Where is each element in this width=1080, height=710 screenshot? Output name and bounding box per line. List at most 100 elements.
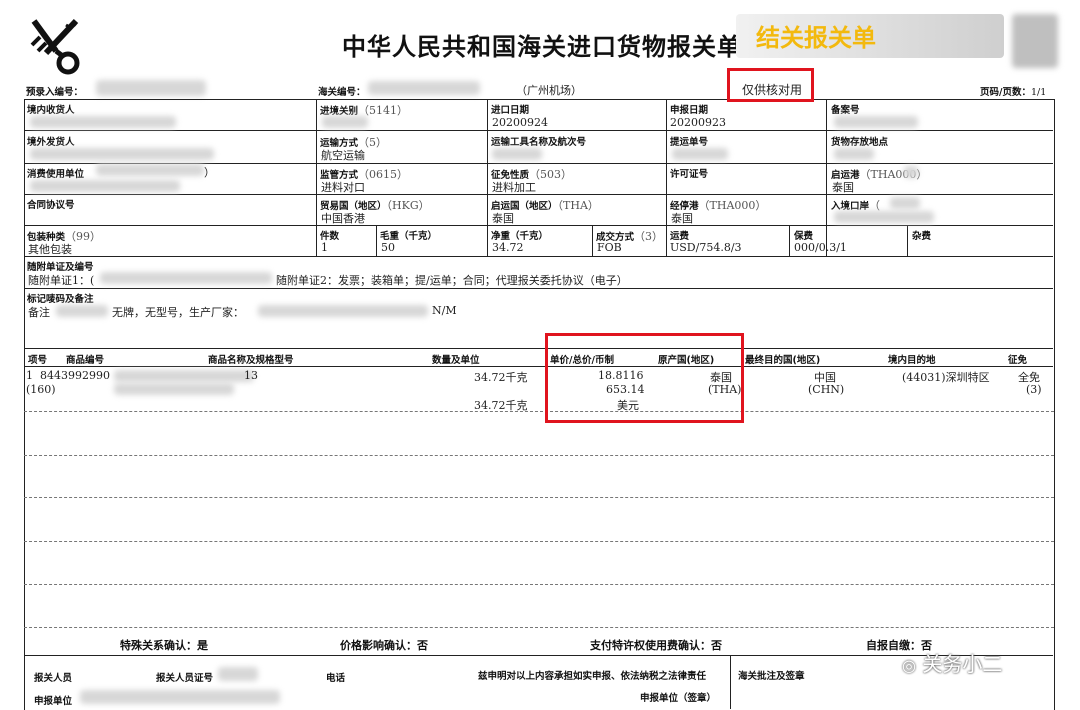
- license-label: 许可证号: [670, 169, 709, 180]
- trade-country-value: 中国香港: [321, 212, 365, 225]
- redacted-preentry-no: [96, 80, 206, 96]
- page-value: 1/1: [1030, 87, 1047, 98]
- col-header-levy: 征免: [1008, 355, 1028, 366]
- freight-label: 运费: [670, 231, 690, 242]
- redacted-consignee: [30, 116, 176, 128]
- royalty-confirm: 支付特许权使用费确认：否: [590, 639, 722, 652]
- redacted-logo: [1012, 14, 1058, 68]
- col-divider: [789, 225, 790, 256]
- clearance-badge-text: 结关报关单: [756, 24, 876, 52]
- col-divider: [730, 655, 731, 709]
- row-separator: [24, 627, 1054, 628]
- col-header-name: 商品名称及规格型号: [208, 355, 294, 366]
- pieces-label: 件数: [320, 231, 340, 242]
- col-header-dest-country: 最终目的国(地区): [745, 355, 821, 366]
- redacted-depart-port: [904, 166, 918, 178]
- import-date-label: 进口日期: [491, 105, 530, 116]
- docs-label: 随附单证及编号: [27, 262, 94, 273]
- item-code: 8443992990: [40, 369, 110, 382]
- row-divider: [24, 366, 1053, 367]
- terms-code: （3）: [634, 230, 664, 243]
- customs-no-label: 海关编号：: [318, 87, 366, 98]
- origin-country-code: （THA）: [557, 199, 599, 212]
- redacted-entry-port: [322, 116, 368, 128]
- via-port-code: （THA000）: [698, 199, 767, 212]
- redacted-consumer: [96, 164, 204, 176]
- net-weight-label: 净重（千克）: [491, 231, 549, 242]
- item-dest-code: (CHN): [808, 383, 845, 396]
- item-spec-tail: 13: [244, 369, 258, 382]
- storage-label: 货物存放地点: [831, 137, 889, 148]
- record-no-label: 备案号: [831, 105, 860, 116]
- page-count-label: 页码/页数：1/1: [980, 84, 1046, 98]
- redacted-record-no: [834, 116, 918, 128]
- row-divider: [24, 225, 1053, 226]
- row-divider: [24, 655, 1053, 656]
- col-divider: [592, 225, 593, 256]
- item-qty-1: 34.72千克: [474, 371, 528, 384]
- row-separator: [24, 455, 1054, 456]
- depart-port-value: 泰国: [832, 181, 854, 194]
- redacted-shipper: [30, 148, 214, 160]
- item-sub-no: (160): [26, 383, 56, 396]
- row-divider: [24, 194, 1053, 195]
- pieces-value: 1: [321, 241, 328, 254]
- redacted-entry-place-2: [834, 211, 934, 223]
- verify-note-highlight: [727, 68, 814, 102]
- item-levy-code: (3): [1026, 383, 1042, 396]
- redacted-vehicle: [492, 148, 542, 160]
- row-separator: [24, 541, 1054, 542]
- insurance-value: 000/0.3/1: [794, 241, 847, 254]
- row-divider: [24, 256, 1053, 257]
- remark-text: 无牌，无型号，生产厂家：: [112, 306, 244, 319]
- consumer-label: 消费使用单位: [27, 169, 85, 180]
- declare-unit-label: 申报单位: [34, 696, 73, 707]
- origin-country-value: 泰国: [492, 212, 514, 225]
- import-date-value: 20200924: [492, 116, 548, 129]
- page-label: 页码/页数：: [980, 87, 1031, 98]
- contract-label: 合同协议号: [27, 200, 75, 211]
- marks-label: 标记唛码及备注: [27, 294, 94, 305]
- phone-label: 电话: [326, 673, 346, 684]
- col-header-no: 项号: [28, 355, 48, 366]
- declarant-cert-label: 报关人员证号: [156, 673, 214, 684]
- col-divider: [376, 225, 377, 256]
- redacted-declare-unit: [80, 690, 280, 704]
- declare-date-value: 20200923: [670, 116, 726, 129]
- col-header-domestic-dest: 境内目的地: [888, 355, 936, 366]
- insurance-label: 保费: [794, 231, 814, 242]
- vehicle-label: 运输工具名称及航次号: [491, 137, 587, 148]
- redacted-doc1: [100, 272, 272, 284]
- preentry-no-label: 预录入编号：: [26, 87, 84, 98]
- doc1-prefix: 随附单证1：(: [28, 274, 95, 287]
- row-separator: [24, 411, 1054, 412]
- customs-note-label: 海关批注及签章: [738, 671, 805, 682]
- redacted-declarant-cert: [218, 667, 258, 681]
- redacted-item-spec-2: [114, 383, 234, 395]
- redacted-entry-place: [890, 197, 920, 209]
- col-header-qty: 数量及单位: [432, 355, 480, 366]
- row-divider: [24, 130, 1053, 131]
- col-divider: [666, 99, 667, 256]
- trade-country-code: （HKG）: [386, 199, 430, 212]
- redacted-remark: [56, 305, 108, 317]
- declaration-statement: 兹申明对以上内容承担如实申报、依法纳税之法律责任: [478, 671, 707, 682]
- col-header-code: 商品编号: [66, 355, 105, 366]
- remark-label: 备注: [28, 306, 50, 319]
- via-port-value: 泰国: [671, 212, 693, 225]
- col-divider: [487, 99, 488, 256]
- col-divider: [316, 99, 317, 256]
- consumer-suffix: ）: [204, 166, 215, 179]
- col-divider: [826, 99, 827, 256]
- price-effect-confirm: 价格影响确认：否: [340, 639, 428, 652]
- redacted-bill-no: [672, 148, 728, 160]
- net-weight-value: 34.72: [492, 241, 524, 254]
- supervision-value: 进料对口: [321, 181, 365, 194]
- levy-value: 进料加工: [492, 181, 536, 194]
- wechat-watermark: ◎ 关务小二: [902, 648, 1002, 677]
- redacted-storage: [834, 148, 874, 160]
- declare-date-label: 申报日期: [670, 105, 709, 116]
- shipper-label: 境外发货人: [27, 137, 75, 148]
- page-title: 中华人民共和国海关进口货物报关单: [342, 33, 742, 61]
- freight-value: USD/754.8/3: [670, 241, 742, 254]
